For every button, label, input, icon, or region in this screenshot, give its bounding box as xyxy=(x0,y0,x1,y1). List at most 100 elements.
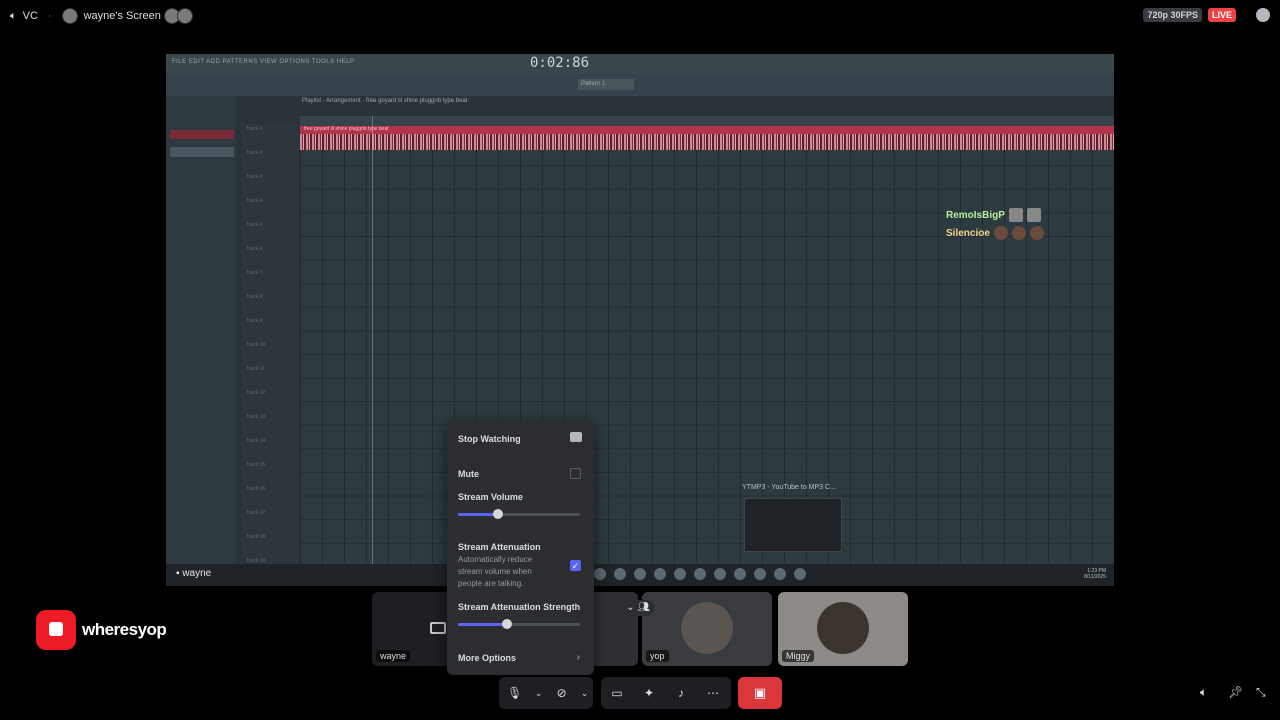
pin-icon[interactable]: 📌︎ xyxy=(1228,686,1243,698)
viewer-avatar xyxy=(176,8,193,24)
slider-handle[interactable] xyxy=(501,619,512,629)
daw-menu-labels: FILE EDIT ADD PATTERNS VIEW OPTIONS TOOL… xyxy=(172,59,355,65)
camera-off-icon[interactable]: ⊘ xyxy=(555,685,568,701)
app-icon xyxy=(754,568,766,580)
leave-stream-button[interactable]: ▣ xyxy=(738,677,782,709)
track-label: Track 15 xyxy=(246,462,266,468)
speaker-avatar xyxy=(1026,208,1041,222)
attenuation-strength-slider[interactable] xyxy=(458,619,580,629)
youtube-logo-icon xyxy=(36,610,76,650)
speaker-row: RemoIsBigP xyxy=(946,208,1044,222)
daw-timer: 0:02:86 xyxy=(530,55,590,71)
app-icon xyxy=(714,568,726,580)
live-badge: LIVE xyxy=(1207,8,1236,22)
daw-pattern-selector: Pattern 1 xyxy=(578,79,634,90)
track-label: Track 1 xyxy=(246,126,263,132)
app-icon xyxy=(614,568,626,580)
daw-browser-panel xyxy=(166,96,236,586)
shared-screen[interactable]: FILE EDIT ADD PATTERNS VIEW OPTIONS TOOL… xyxy=(166,54,1114,586)
stream-attenuation-checkbox[interactable]: ✓ xyxy=(570,560,581,571)
stop-watching-item[interactable]: Stop Watching xyxy=(458,434,521,444)
participant-tile-yop[interactable]: yop xyxy=(642,592,772,666)
windows-taskbar: ▪ wayne 1:23 PM 8/11/2025 xyxy=(166,564,1114,586)
speaker-avatar xyxy=(1008,208,1023,222)
track-label: Track 12 xyxy=(246,390,266,396)
browser-item xyxy=(170,130,234,139)
activity-controls: ▭ ✦ ♪ ⋯ xyxy=(601,677,731,709)
speaker-icon: 🔈︎ xyxy=(10,9,17,22)
track-label: Track 9 xyxy=(246,318,263,324)
stream-attenuation-item[interactable]: Stream Attenuation xyxy=(458,542,541,552)
viewer-avatars[interactable] xyxy=(163,8,193,24)
playlist-grid xyxy=(300,118,1114,586)
chevron-down-icon[interactable]: ⌄ xyxy=(532,685,545,701)
chevron-down-icon[interactable]: ⌄ xyxy=(578,685,591,701)
app-icon xyxy=(694,568,706,580)
activities-icon[interactable]: ✦ xyxy=(641,685,657,701)
timeline-ruler xyxy=(300,116,1114,126)
stream-attenuation-description: Automatically reduce stream volume when … xyxy=(458,555,533,588)
chevron-right-icon: › xyxy=(576,652,580,663)
mute-checkbox[interactable] xyxy=(570,468,581,479)
taskbar-preview-thumbnail xyxy=(744,498,842,552)
taskbar-preview-caption: YTMP3 - YouTube to MP3 C... xyxy=(742,484,836,491)
app-icon xyxy=(634,568,646,580)
speaker-avatar xyxy=(1011,226,1026,240)
track-label: Track 3 xyxy=(246,174,263,180)
stop-watching-icon xyxy=(570,432,582,442)
speaker-avatar xyxy=(1029,226,1044,240)
track-label: Track 17 xyxy=(246,510,266,516)
track-label: Track 7 xyxy=(246,270,263,276)
app-icon xyxy=(654,568,666,580)
slider-fill xyxy=(458,513,499,516)
track-label: Track 10 xyxy=(246,342,266,348)
speaking-overlay: RemoIsBigP Silencioe xyxy=(946,208,1044,244)
playhead xyxy=(372,116,373,586)
track-label: Track 14 xyxy=(246,438,266,444)
stream-volume-label: Stream Volume xyxy=(458,492,523,502)
participant-name: Miggy xyxy=(782,650,815,662)
audio-clip-header: free goyard lil shine pluggnb type beat xyxy=(300,126,1114,134)
more-icon[interactable]: ⋯ xyxy=(705,685,721,701)
volume-icon[interactable]: 🔈︎ xyxy=(1200,686,1212,698)
branding-overlay: wheresyop xyxy=(36,610,167,650)
playlist-title: Playlist - Arrangement · free goyard lil… xyxy=(302,98,468,104)
speaker-name: RemoIsBigP xyxy=(946,209,1005,221)
audio-controls: 🎙︎ ⌄ ⊘ ⌄ xyxy=(499,677,593,709)
participant-name: wayne xyxy=(376,650,411,662)
chat-icon[interactable] xyxy=(1256,8,1270,22)
more-options-item[interactable]: More Options xyxy=(458,653,516,663)
channel-name[interactable]: VC xyxy=(23,10,38,22)
track-label: Track 13 xyxy=(246,414,266,420)
track-label: Track 11 xyxy=(246,366,265,372)
exit-fullscreen-icon[interactable]: ⤡ xyxy=(1256,686,1268,698)
share-screen-icon[interactable]: ▭ xyxy=(609,685,625,701)
browser-item xyxy=(170,147,234,157)
stream-volume-slider[interactable] xyxy=(458,509,580,519)
brand-name: wheresyop xyxy=(82,620,167,639)
participant-avatar xyxy=(817,602,869,654)
audio-clip-label: free goyard lil shine pluggnb type beat xyxy=(304,126,389,132)
track-label: Track 18 xyxy=(246,534,266,540)
audio-clip-waveform xyxy=(300,134,1114,150)
app-icon xyxy=(794,568,806,580)
track-label: Track 6 xyxy=(246,246,263,252)
slider-handle[interactable] xyxy=(493,509,504,519)
collapse-participants-button[interactable]: ⌄ 👥︎ xyxy=(622,600,654,616)
separator: · xyxy=(47,10,52,22)
quality-badge: 720p 30FPS xyxy=(1143,8,1202,22)
participant-tile-miggy[interactable]: Miggy xyxy=(778,592,908,666)
track-label: Track 16 xyxy=(246,486,266,492)
speaker-row: Silencioe xyxy=(946,226,1044,240)
track-label: Track 5 xyxy=(246,222,263,228)
taskbar-clock: 1:23 PM 8/11/2025 xyxy=(1084,568,1106,580)
soundboard-icon[interactable]: ♪ xyxy=(673,685,689,701)
attenuation-strength-label: Stream Attenuation Strength xyxy=(458,602,581,612)
microphone-icon[interactable]: 🎙︎ xyxy=(507,685,522,701)
track-label: Track 4 xyxy=(246,198,263,204)
speaker-avatar xyxy=(993,226,1008,240)
mute-item[interactable]: Mute xyxy=(458,469,479,479)
stream-title: wayne's Screen xyxy=(83,10,161,22)
app-icon xyxy=(674,568,686,580)
taskbar-apps xyxy=(594,568,806,580)
